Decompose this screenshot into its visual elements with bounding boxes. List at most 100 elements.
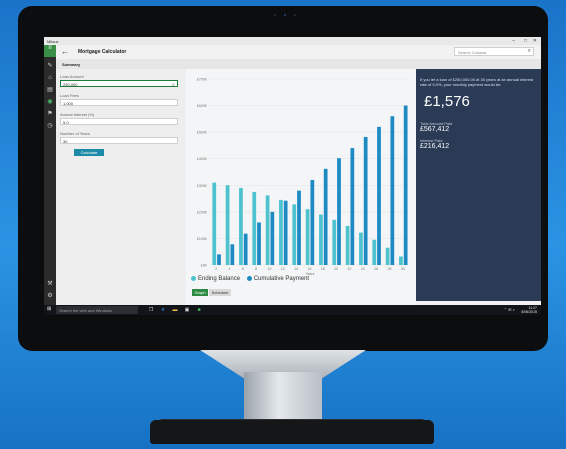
results-intro: If you let a loan of £250,000.00 at 30 y… [420, 77, 534, 87]
task-view-icon[interactable]: ❐ [148, 307, 154, 313]
bar-ending-balance [359, 232, 363, 265]
taskbar-search[interactable]: Search the web and Windows [56, 306, 138, 314]
x-tick-label: 20 [334, 267, 338, 271]
search-placeholder: Search Cortana [458, 50, 487, 55]
graph-button[interactable]: Graph [192, 289, 208, 296]
monitor-stand [244, 372, 322, 424]
bar-cumulative-payment [350, 148, 355, 265]
total-amount-value: £567,412 [420, 126, 450, 133]
x-tick-label: 18 [321, 267, 325, 271]
bar-cumulative-payment [257, 222, 261, 265]
flag-icon[interactable]: ⚑ [47, 111, 53, 117]
x-tick-label: 12 [281, 267, 285, 271]
clock: 11:27 8/06/2015 [521, 306, 537, 314]
bar-ending-balance [225, 185, 230, 265]
search-input[interactable]: Search Cortana ⌕ [454, 47, 534, 56]
folder-icon[interactable]: ▬ [172, 307, 178, 313]
close-icon[interactable]: ✕ [533, 38, 537, 44]
x-tick-label: 28 [388, 267, 392, 271]
camera-lens-icon [284, 14, 286, 16]
clock-date: 8/06/2015 [521, 310, 537, 314]
clock-icon[interactable]: ◷ [47, 123, 53, 129]
bar-ending-balance [345, 225, 350, 265]
bar-ending-balance [279, 199, 283, 265]
sensor-icon [294, 14, 296, 16]
x-tick-label: 8 [255, 267, 257, 271]
x-tick-label: 2 [215, 267, 217, 271]
input-form: Loan Amount 250,000 ✕ Loan Fees 1,000 An… [56, 69, 186, 305]
y-tick-label: £700K [197, 78, 208, 82]
y-tick-label: £300K [197, 184, 208, 188]
bar-cumulative-payment [243, 233, 248, 265]
legend-cumulative-payment: Cumulative Payment [246, 276, 309, 282]
minimize-icon[interactable]: – [512, 38, 515, 44]
loan-fees-value: 1,000 [63, 101, 74, 106]
bar-cumulative-payment [363, 136, 368, 265]
mortgage-icon[interactable]: ◉ [47, 99, 53, 105]
y-tick-label: £500K [197, 131, 208, 135]
x-tick-label: 30 [401, 267, 405, 271]
loan-amount-field[interactable]: 250,000 ✕ [60, 80, 178, 87]
search-icon[interactable]: ⌕ [528, 48, 531, 55]
bar-cumulative-payment [323, 168, 328, 265]
bar-ending-balance [332, 219, 337, 265]
edit-icon[interactable]: ✎ [47, 63, 53, 69]
gear-icon[interactable]: ⚙ [47, 293, 53, 299]
bar-ending-balance [252, 191, 257, 265]
loan-amount-label: Loan Amount [60, 74, 84, 79]
years-label: Number of Years [60, 131, 90, 136]
y-tick-label: £100K [197, 237, 208, 241]
x-tick-label: 4 [228, 267, 230, 271]
system-tray-icon[interactable]: ⌃ ✉ ◖ [504, 307, 515, 312]
bar-cumulative-payment [270, 211, 275, 265]
back-arrow-icon[interactable]: ← [61, 47, 69, 56]
camera-icon [274, 14, 276, 16]
interest-value: 5.0 [63, 120, 69, 125]
tab-summary[interactable]: Summary [62, 62, 80, 67]
schedule-button[interactable]: Schedule [209, 289, 231, 296]
hamburger-icon[interactable]: ≡ [44, 45, 56, 57]
bar-ending-balance [372, 239, 377, 265]
title-bar: Mitsuz – □ ✕ [44, 37, 541, 45]
bar-cumulative-payment [283, 200, 288, 265]
loan-fees-label: Loan Fees [60, 93, 79, 98]
app-icon[interactable]: ■ [196, 307, 202, 313]
x-tick-label: 14 [294, 267, 298, 271]
bar-ending-balance [305, 209, 310, 265]
tools-icon[interactable]: ⚒ [47, 281, 53, 287]
windows-start-icon[interactable]: ⊞ [47, 307, 52, 312]
bar-cumulative-payment [390, 116, 395, 265]
legend-label: Ending Balance [198, 276, 241, 283]
loan-amount-value: 250,000 [63, 82, 78, 87]
legend-ending-balance: Ending Balance [191, 276, 240, 282]
edge-icon[interactable]: e [160, 307, 166, 313]
chart-svg: £0K£100K£200K£300K£400K£500K£600K£700K2 4… [197, 78, 410, 276]
bar-cumulative-payment [337, 158, 341, 265]
bar-cumulative-payment [217, 254, 221, 265]
legend: Ending Balance Cumulative Payment [191, 276, 309, 282]
app-header: ← Mortgage Calculator Search Cortana ⌕ [56, 45, 541, 59]
bar-cumulative-payment [297, 190, 301, 265]
store-icon[interactable]: ▣ [184, 307, 190, 313]
legend-swatch-icon [246, 276, 252, 281]
home-icon[interactable]: ⌂ [47, 75, 53, 81]
bar-cumulative-payment [230, 244, 235, 265]
maximize-icon[interactable]: □ [524, 38, 527, 44]
interest-field[interactable]: 5.0 [60, 118, 178, 125]
y-tick-label: £600K [197, 104, 208, 108]
bar-ending-balance [292, 204, 297, 265]
y-tick-label: £0K [201, 264, 208, 268]
bar-cumulative-payment [377, 126, 381, 265]
years-value: 30 [63, 139, 68, 144]
x-tick-label: 10 [268, 267, 272, 271]
page-title: Mortgage Calculator [78, 49, 127, 55]
calculator-icon[interactable]: ▤ [47, 87, 53, 93]
legend-swatch-icon [191, 276, 196, 281]
bar-cumulative-payment [310, 179, 315, 265]
calculate-button[interactable]: Calculate [74, 149, 104, 156]
bar-cumulative-payment [403, 105, 408, 265]
bar-ending-balance [399, 256, 403, 265]
loan-fees-field[interactable]: 1,000 [60, 99, 178, 106]
clear-icon[interactable]: ✕ [172, 82, 175, 87]
years-field[interactable]: 30 [60, 137, 178, 144]
